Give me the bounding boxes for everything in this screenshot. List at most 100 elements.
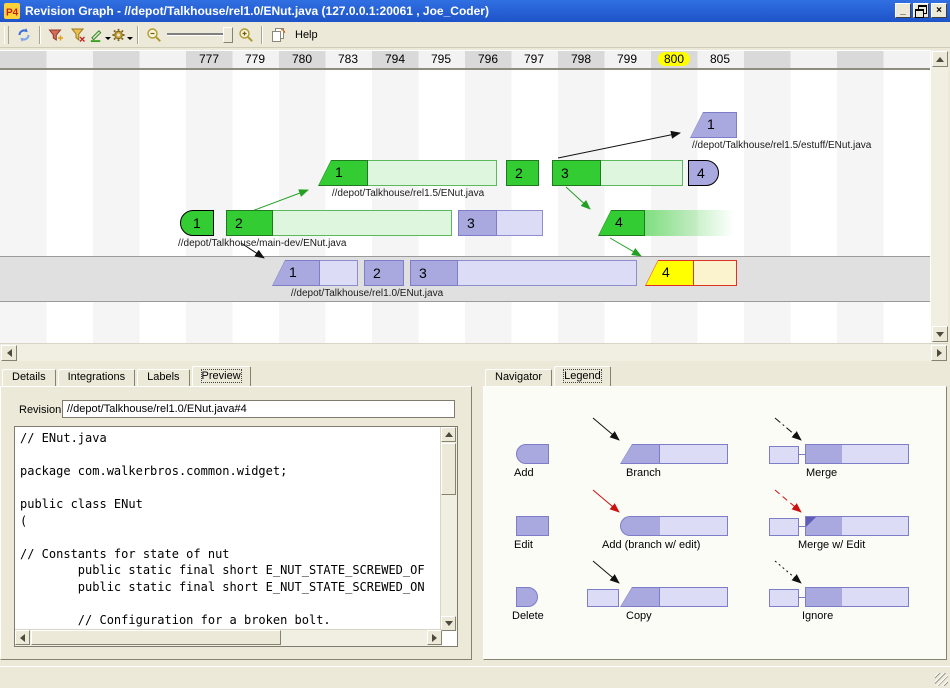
changelist-highlight: 800 (658, 52, 690, 66)
revision-number: 1 (707, 116, 715, 132)
revision-number: 1 (289, 264, 297, 280)
restore-button[interactable] (913, 3, 929, 18)
revision-number: 2 (373, 265, 381, 281)
scroll-right-button[interactable] (427, 630, 442, 645)
highlight-button[interactable] (89, 25, 111, 45)
changelist-header[interactable]: 795 (418, 52, 464, 68)
changelist-header[interactable]: 779 (232, 52, 278, 68)
copy-arrow-icon (590, 558, 628, 588)
revision-tail (318, 260, 358, 286)
legend-edit-shape (516, 516, 549, 536)
pages-icon (270, 27, 286, 43)
legend-label: Add (branch w/ edit) (602, 539, 700, 551)
revision-tail (272, 210, 452, 236)
legend-label: Ignore (802, 610, 833, 622)
revision-node-edit[interactable]: 2 (226, 210, 273, 236)
scrollbar-thumb[interactable] (31, 630, 281, 645)
tab-integrations[interactable]: Integrations (58, 369, 135, 386)
revision-node-edit[interactable]: 3 (410, 260, 458, 286)
scroll-up-button[interactable] (441, 427, 456, 442)
scrollbar-thumb[interactable] (441, 443, 456, 495)
scroll-left-button[interactable] (1, 345, 17, 361)
legend-label: Merge (806, 467, 837, 479)
filter-button[interactable] (45, 25, 67, 45)
zoom-in-button[interactable] (235, 25, 257, 45)
legend-label: Add (514, 467, 534, 479)
legend-tail (659, 587, 728, 607)
changelist-header[interactable]: 797 (511, 52, 557, 68)
graph-horizontal-scrollbar[interactable] (0, 343, 948, 361)
legend-source-box (587, 589, 619, 607)
revision-node-add[interactable]: 1 (180, 210, 214, 236)
revision-node-edit[interactable]: 3 (552, 160, 601, 186)
file-path-label: //depot/Talkhouse/main-dev/ENut.java (178, 238, 346, 249)
revision-graph-canvas[interactable]: 1 //depot/Talkhouse/rel1.5/estuff/ENut.j… (0, 70, 930, 343)
zoom-slider[interactable] (167, 33, 233, 36)
svg-text:P4: P4 (6, 8, 19, 19)
graph-options-button[interactable] (111, 25, 133, 45)
scroll-right-button[interactable] (931, 345, 947, 361)
changelist-header[interactable]: 794 (372, 52, 418, 68)
down-arrow-icon (936, 332, 944, 337)
filter-options-button[interactable] (67, 25, 89, 45)
tab-legend[interactable]: Legend (554, 366, 611, 386)
restore-icon (918, 5, 927, 14)
revision-tail-fading (644, 210, 734, 236)
scroll-left-button[interactable] (15, 630, 30, 645)
revision-node-edit[interactable]: 3 (458, 210, 497, 236)
magnifier-minus-icon (146, 27, 162, 43)
preview-horizontal-scrollbar[interactable] (15, 629, 442, 646)
file-path-label: //depot/Talkhouse/rel1.5/estuff/ENut.jav… (692, 140, 871, 151)
changelist-header[interactable]: 805 (697, 52, 743, 68)
zoom-out-button[interactable] (143, 25, 165, 45)
changelist-header[interactable]: 796 (465, 52, 511, 68)
revision-number: 4 (697, 165, 705, 181)
zoom-slider-handle[interactable] (223, 27, 233, 43)
tab-labels[interactable]: Labels (137, 369, 189, 386)
filter-funnel-icon (48, 27, 64, 43)
changelist-header[interactable]: 799 (604, 52, 650, 68)
left-arrow-icon (20, 634, 25, 642)
revision-field-label: Revision: (19, 404, 64, 416)
revision-node-edit[interactable]: 2 (506, 160, 539, 186)
preview-vertical-scrollbar[interactable] (440, 427, 457, 631)
toolbar: Help (0, 22, 950, 48)
toolbar-separator (137, 26, 139, 44)
legend-merge-edit-shape (805, 516, 909, 536)
scroll-up-button[interactable] (932, 51, 948, 67)
changelist-header[interactable]: 780 (279, 52, 325, 68)
toolbar-grip[interactable] (4, 26, 9, 44)
changelist-header[interactable]: 798 (558, 52, 604, 68)
changelist-header[interactable]: 777 (186, 52, 232, 68)
scroll-down-button[interactable] (441, 616, 456, 631)
title-bar[interactable]: P4 Revision Graph - //depot/Talkhouse/re… (0, 0, 950, 22)
refresh-button[interactable] (13, 25, 35, 45)
file-preview-box[interactable]: // ENut.java package com.walkerbros.comm… (14, 426, 458, 647)
minimize-button[interactable]: _ (895, 3, 911, 18)
tab-details[interactable]: Details (2, 369, 56, 386)
tab-preview[interactable]: Preview (192, 366, 251, 386)
scroll-down-button[interactable] (932, 326, 948, 342)
file-path-label: //depot/Talkhouse/rel1.0/ENut.java (272, 288, 462, 299)
merge-arrow-icon (772, 415, 810, 445)
revision-field[interactable] (62, 400, 455, 418)
magnifier-plus-icon (238, 27, 254, 43)
revision-node-edit[interactable]: 2 (364, 260, 404, 286)
legend-add-shape (516, 444, 549, 464)
legend-label: Copy (626, 610, 652, 622)
tab-navigator[interactable]: Navigator (485, 369, 552, 386)
revision-tail (600, 160, 683, 186)
close-button[interactable]: × (931, 3, 947, 18)
graph-vertical-scrollbar[interactable] (930, 50, 948, 343)
resize-grip[interactable] (935, 673, 948, 686)
help-menu[interactable]: Help (295, 29, 318, 41)
revision-node-delete[interactable]: 4 (688, 160, 719, 186)
filter-clear-icon (70, 27, 86, 43)
changelist-header[interactable]: 783 (325, 52, 371, 68)
window-title: Revision Graph - //depot/Talkhouse/rel1.… (25, 4, 489, 18)
refresh-icon (16, 27, 32, 43)
help-doc-button[interactable] (267, 25, 289, 45)
legend-ignore-shape (805, 587, 909, 607)
changelist-header-highlighted[interactable]: 800 (651, 52, 697, 68)
revision-tail (457, 260, 637, 286)
